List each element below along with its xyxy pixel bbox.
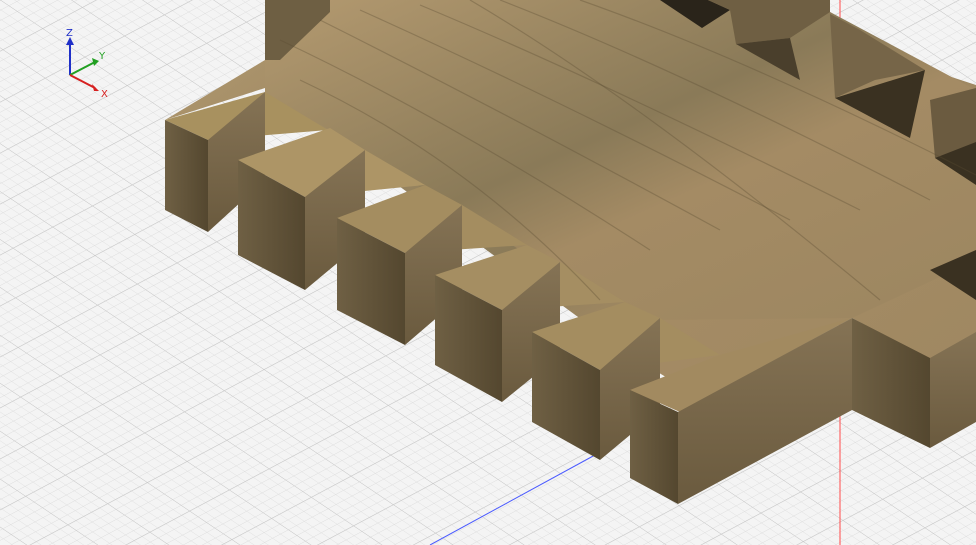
3d-viewport[interactable]: Z Y X xyxy=(0,0,976,545)
y-axis-label: Y xyxy=(98,51,106,62)
x-axis-label: X xyxy=(101,89,108,100)
z-axis-label: Z xyxy=(66,28,73,39)
scene-canvas[interactable]: Z Y X xyxy=(0,0,976,545)
